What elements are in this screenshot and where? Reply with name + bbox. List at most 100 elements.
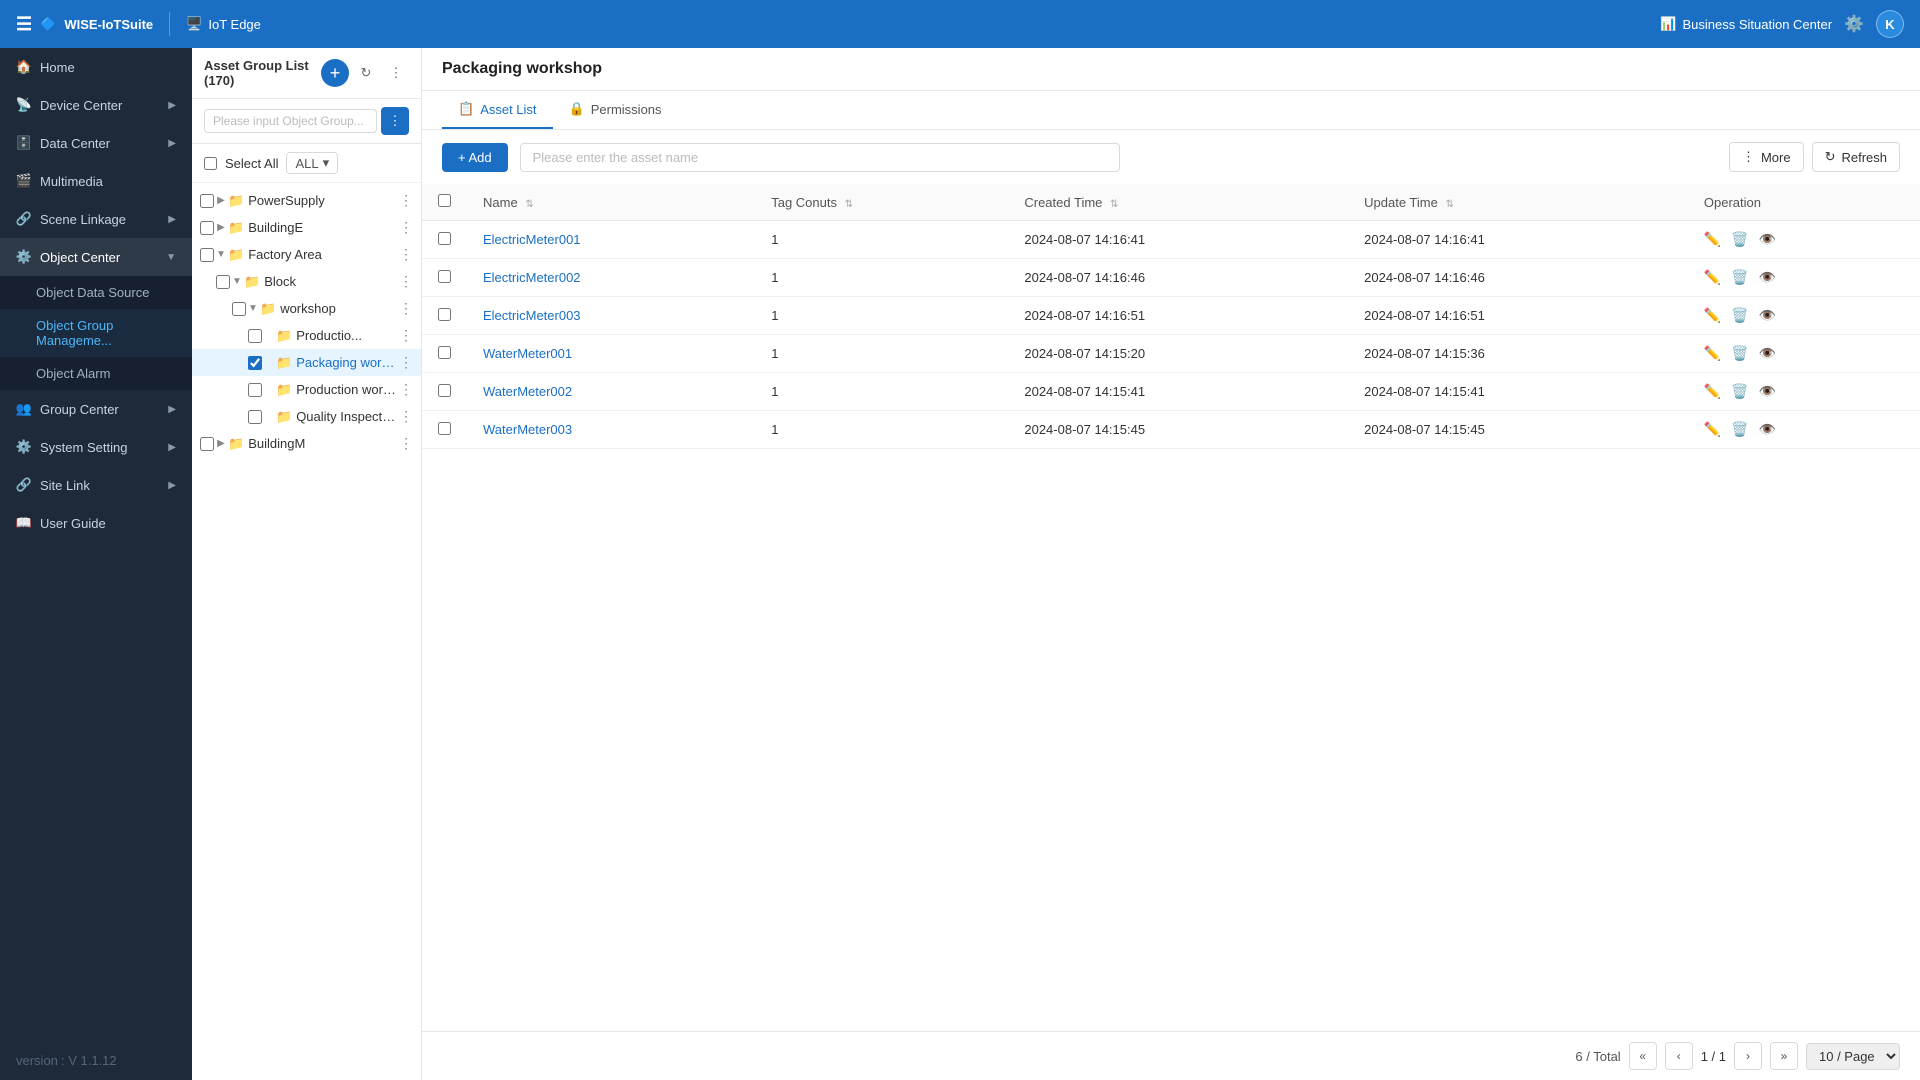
- delete-icon-em003[interactable]: 🗑️: [1731, 307, 1748, 324]
- expand-arrow-buildinge[interactable]: ▶: [214, 222, 228, 233]
- tree-search-input[interactable]: [204, 109, 377, 133]
- expand-arrow-buildingm[interactable]: ▶: [214, 438, 228, 449]
- node-more-packaging[interactable]: ⋮: [399, 354, 413, 371]
- node-checkbox-prod-workshop[interactable]: [248, 383, 262, 397]
- edit-icon-em001[interactable]: ✏️: [1704, 231, 1721, 248]
- tree-node-workshop[interactable]: ▼ 📁 workshop ⋮: [192, 295, 421, 322]
- edit-icon-em002[interactable]: ✏️: [1704, 269, 1721, 286]
- expand-arrow-power-supply[interactable]: ▶: [214, 195, 228, 206]
- view-icon-em003[interactable]: 👁️: [1759, 307, 1776, 324]
- node-checkbox-buildingm[interactable]: [200, 437, 214, 451]
- tab-asset-list[interactable]: 📋 Asset List: [442, 91, 553, 129]
- th-created-time[interactable]: Created Time ⇅: [1008, 184, 1348, 221]
- node-more-buildingm[interactable]: ⋮: [399, 435, 413, 452]
- node-checkbox-production1[interactable]: [248, 329, 262, 343]
- node-more-block[interactable]: ⋮: [399, 273, 413, 290]
- expand-arrow-block[interactable]: ▼: [230, 276, 244, 287]
- row-checkbox-wm001[interactable]: [438, 346, 451, 359]
- expand-arrow-factory-area[interactable]: ▼: [214, 249, 228, 260]
- node-more-prod-workshop[interactable]: ⋮: [399, 381, 413, 398]
- sidebar-item-group-center[interactable]: 👥 Group Center ▶: [0, 390, 192, 428]
- avatar[interactable]: K: [1876, 10, 1904, 38]
- tree-node-buildinge[interactable]: ▶ 📁 BuildingE ⋮: [192, 214, 421, 241]
- delete-icon-wm001[interactable]: 🗑️: [1731, 345, 1748, 362]
- select-all-rows-checkbox[interactable]: [438, 194, 451, 207]
- node-more-production1[interactable]: ⋮: [399, 327, 413, 344]
- node-checkbox-factory-area[interactable]: [200, 248, 214, 262]
- sidebar-item-site-link[interactable]: 🔗 Site Link ▶: [0, 466, 192, 504]
- row-checkbox-em002[interactable]: [438, 270, 451, 283]
- tree-node-block[interactable]: ▼ 📁 Block ⋮: [192, 268, 421, 295]
- node-more-factory-area[interactable]: ⋮: [399, 246, 413, 263]
- delete-icon-em002[interactable]: 🗑️: [1731, 269, 1748, 286]
- node-checkbox-workshop[interactable]: [232, 302, 246, 316]
- view-icon-wm002[interactable]: 👁️: [1759, 383, 1776, 400]
- row-name-wm003[interactable]: WaterMeter003: [467, 411, 755, 449]
- first-page-button[interactable]: «: [1629, 1042, 1657, 1070]
- row-name-wm001[interactable]: WaterMeter001: [467, 335, 755, 373]
- edit-icon-wm002[interactable]: ✏️: [1704, 383, 1721, 400]
- row-checkbox-em003[interactable]: [438, 308, 451, 321]
- edit-icon-wm003[interactable]: ✏️: [1704, 421, 1721, 438]
- sidebar-item-device-center[interactable]: 📡 Device Center ▶: [0, 86, 192, 124]
- sidebar-item-home[interactable]: 🏠 Home: [0, 48, 192, 86]
- tree-node-buildingm[interactable]: ▶ 📁 BuildingM ⋮: [192, 430, 421, 457]
- add-asset-button[interactable]: + Add: [442, 143, 508, 172]
- node-checkbox-power-supply[interactable]: [200, 194, 214, 208]
- edit-icon-wm001[interactable]: ✏️: [1704, 345, 1721, 362]
- submenu-object-alarm[interactable]: Object Alarm: [0, 357, 192, 390]
- node-checkbox-packaging[interactable]: [248, 356, 262, 370]
- sidebar-item-multimedia[interactable]: 🎬 Multimedia: [0, 162, 192, 200]
- select-all-checkbox[interactable]: [204, 157, 217, 170]
- tree-node-power-supply[interactable]: ▶ 📁 PowerSupply ⋮: [192, 187, 421, 214]
- sidebar-item-system-setting[interactable]: ⚙️ System Setting ▶: [0, 428, 192, 466]
- row-name-em001[interactable]: ElectricMeter001: [467, 221, 755, 259]
- tree-node-packaging-workshop[interactable]: 📁 Packaging works... ⋮: [192, 349, 421, 376]
- node-more-power-supply[interactable]: ⋮: [399, 192, 413, 209]
- node-more-buildinge[interactable]: ⋮: [399, 219, 413, 236]
- node-more-workshop[interactable]: ⋮: [399, 300, 413, 317]
- search-asset-input[interactable]: [520, 143, 1120, 172]
- view-icon-em002[interactable]: 👁️: [1759, 269, 1776, 286]
- iotedge-section[interactable]: 🖥️ IoT Edge: [186, 16, 261, 32]
- select-all-badge[interactable]: ALL ▾: [286, 152, 338, 174]
- add-group-button[interactable]: +: [321, 59, 349, 87]
- row-name-em002[interactable]: ElectricMeter002: [467, 259, 755, 297]
- edit-icon-em003[interactable]: ✏️: [1704, 307, 1721, 324]
- refresh-tree-button[interactable]: ↻: [353, 60, 379, 86]
- node-checkbox-quality[interactable]: [248, 410, 262, 424]
- sidebar-item-data-center[interactable]: 🗄️ Data Center ▶: [0, 124, 192, 162]
- tree-node-factory-area[interactable]: ▼ 📁 Factory Area ⋮: [192, 241, 421, 268]
- view-icon-em001[interactable]: 👁️: [1759, 231, 1776, 248]
- th-update-time[interactable]: Update Time ⇅: [1348, 184, 1688, 221]
- prev-page-button[interactable]: ‹: [1665, 1042, 1693, 1070]
- th-tag-counts[interactable]: Tag Conuts ⇅: [755, 184, 1008, 221]
- refresh-button[interactable]: ↻ Refresh: [1812, 142, 1900, 172]
- more-tree-button[interactable]: ⋮: [383, 60, 409, 86]
- settings-icon[interactable]: ⚙️: [1844, 14, 1864, 34]
- row-name-wm002[interactable]: WaterMeter002: [467, 373, 755, 411]
- tree-node-quality-inspection[interactable]: 📁 Quality Inspection ... ⋮: [192, 403, 421, 430]
- delete-icon-wm003[interactable]: 🗑️: [1731, 421, 1748, 438]
- submenu-object-group-management[interactable]: Object Group Manageme...: [0, 309, 192, 357]
- tree-node-production-workshop[interactable]: 📁 Production worksh... ⋮: [192, 376, 421, 403]
- row-checkbox-em001[interactable]: [438, 232, 451, 245]
- view-icon-wm003[interactable]: 👁️: [1759, 421, 1776, 438]
- submenu-object-data-source[interactable]: Object Data Source: [0, 276, 192, 309]
- bsc-button[interactable]: 📊 Business Situation Center: [1660, 16, 1832, 32]
- view-icon-wm001[interactable]: 👁️: [1759, 345, 1776, 362]
- sidebar-item-object-center[interactable]: ⚙️ Object Center ▼: [0, 238, 192, 276]
- sidebar-item-user-guide[interactable]: 📖 User Guide: [0, 504, 192, 542]
- tree-node-production1[interactable]: 📁 Productio... ⋮: [192, 322, 421, 349]
- tab-permissions[interactable]: 🔒 Permissions: [553, 91, 678, 129]
- sidebar-item-scene-linkage[interactable]: 🔗 Scene Linkage ▶: [0, 200, 192, 238]
- more-button[interactable]: ⋮ More: [1729, 142, 1804, 172]
- row-name-em003[interactable]: ElectricMeter003: [467, 297, 755, 335]
- node-checkbox-buildinge[interactable]: [200, 221, 214, 235]
- tree-search-button[interactable]: ⋮: [381, 107, 409, 135]
- row-checkbox-wm003[interactable]: [438, 422, 451, 435]
- node-checkbox-block[interactable]: [216, 275, 230, 289]
- hamburger-icon[interactable]: ☰: [16, 14, 32, 35]
- page-size-select[interactable]: 10 / Page 20 / Page 50 / Page: [1806, 1043, 1900, 1070]
- expand-arrow-workshop[interactable]: ▼: [246, 303, 260, 314]
